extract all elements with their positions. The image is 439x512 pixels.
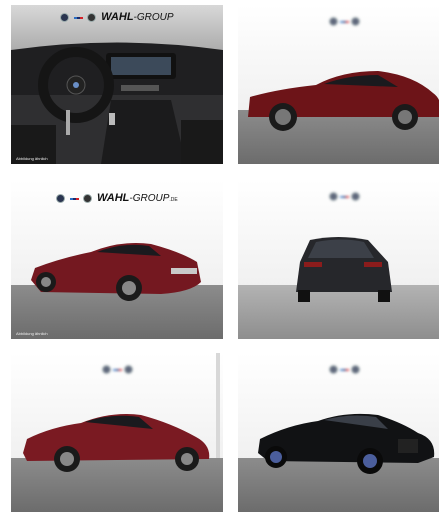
dealer-logo-suffix: -GROUP [133, 12, 174, 23]
gallery-image-exterior-side-front-red[interactable] [11, 353, 223, 512]
gallery-image-exterior-side-red[interactable] [238, 5, 439, 164]
m-logo [73, 16, 83, 19]
car-illustration [23, 414, 210, 472]
mini-logo [86, 13, 96, 23]
image-caption: Abbildung ähnlich [16, 331, 48, 336]
car-illustration [258, 413, 435, 474]
brand-logos: WAHL-GROUP [11, 11, 223, 23]
gallery-image-interior-cockpit[interactable]: WAHL-GROUP Abbildung ähnlich [11, 5, 223, 164]
gallery-image-exterior-rear-dark[interactable] [238, 180, 439, 339]
image-caption: Abbildung ähnlich [16, 156, 48, 161]
bmw-logo [60, 13, 70, 23]
cockpit-drawing [11, 42, 223, 164]
gallery-image-exterior-rear-red[interactable]: WAHL-GROUP.DE Abbildung ähnlich [11, 180, 223, 339]
car-illustration [31, 243, 201, 301]
car-illustration [248, 71, 439, 131]
dealer-logo: WAHL [101, 11, 134, 23]
car-illustration [296, 237, 392, 302]
gallery-image-exterior-front-black[interactable] [238, 353, 439, 512]
